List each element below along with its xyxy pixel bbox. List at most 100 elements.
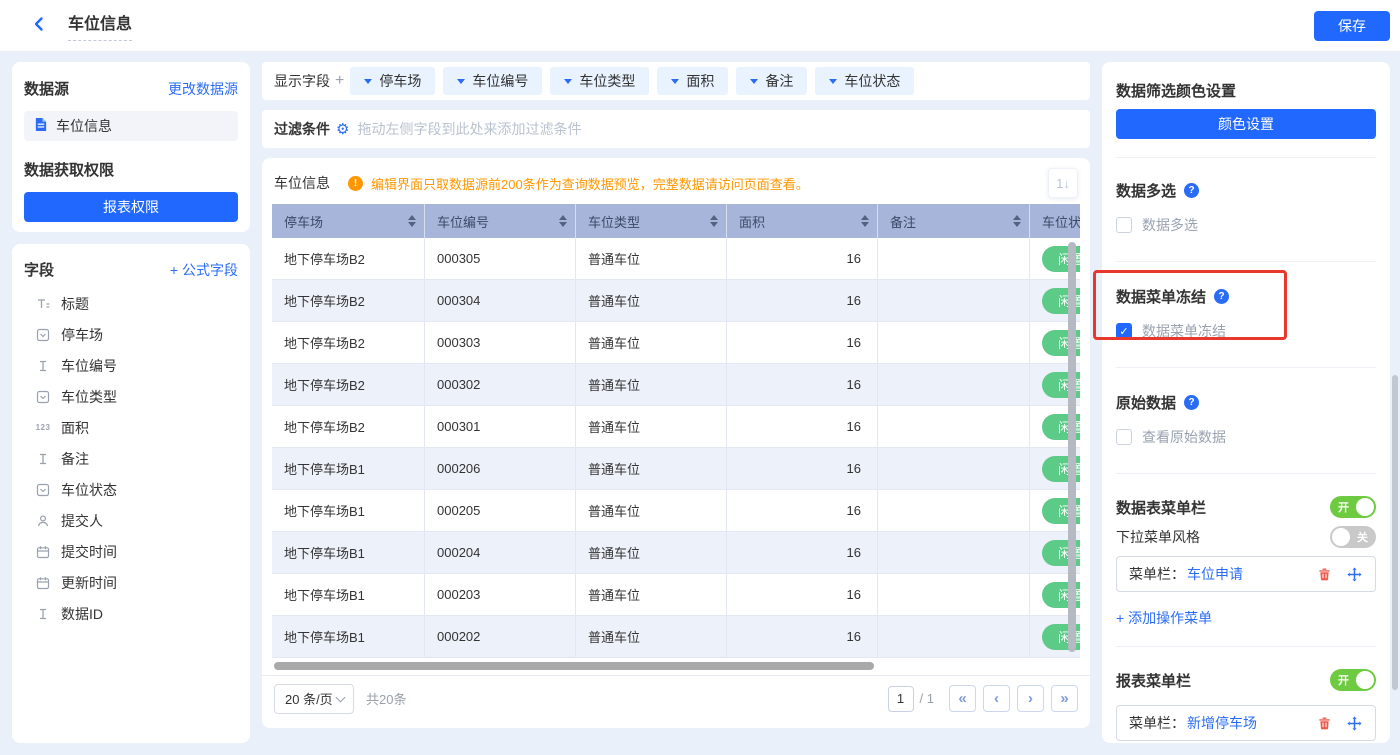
move-icon[interactable]	[1345, 714, 1363, 732]
trash-icon[interactable]	[1315, 565, 1333, 583]
field-item[interactable]: 提交时间	[24, 536, 238, 567]
display-field-chip[interactable]: 面积	[657, 67, 728, 95]
sort-carets-icon[interactable]	[710, 215, 718, 227]
help-icon[interactable]: ?	[1184, 395, 1199, 410]
first-page-button[interactable]: «	[949, 685, 976, 712]
chip-label: 车位状态	[844, 71, 900, 91]
cell: 16	[727, 280, 878, 321]
field-item[interactable]: 123面积	[24, 412, 238, 443]
cell	[878, 448, 1030, 489]
menu-item-name: 新增停车场	[1187, 713, 1303, 733]
display-field-chip[interactable]: 车位编号	[443, 67, 542, 95]
trash-icon[interactable]	[1315, 714, 1333, 732]
field-item-label: 标题	[61, 294, 89, 314]
field-item[interactable]: 备注	[24, 443, 238, 474]
chevron-left-icon	[30, 15, 48, 36]
display-field-chip[interactable]: 车位状态	[815, 67, 914, 95]
display-field-chip[interactable]: 备注	[736, 67, 807, 95]
filter-placeholder: 拖动左侧字段到此处来添加过滤条件	[357, 119, 581, 139]
prev-page-button[interactable]: ‹	[983, 685, 1010, 712]
field-item[interactable]: 标题	[24, 288, 238, 319]
column-header[interactable]: 停车场	[272, 204, 425, 238]
chip-label: 面积	[686, 71, 714, 91]
select-icon	[34, 389, 52, 405]
field-list: 标题停车场车位编号车位类型123面积备注车位状态提交人提交时间更新时间数据ID	[24, 288, 238, 629]
table-row[interactable]: 地下停车场B2000304普通车位16闲置	[272, 280, 1080, 322]
field-item[interactable]: 车位类型	[24, 381, 238, 412]
table-row[interactable]: 地下停车场B2000301普通车位16闲置	[272, 406, 1080, 448]
table-row[interactable]: 地下停车场B1000203普通车位16闲置	[272, 574, 1080, 616]
next-page-button[interactable]: ›	[1017, 685, 1044, 712]
multi-select-checkbox[interactable]	[1116, 217, 1132, 233]
cell: 16	[727, 238, 878, 279]
table-menu-toggle[interactable]: 开	[1330, 496, 1376, 518]
change-datasource-link[interactable]: 更改数据源	[168, 79, 238, 99]
page-size-select[interactable]: 20 条/页	[274, 684, 354, 714]
table-row[interactable]: 地下停车场B1000205普通车位16闲置	[272, 490, 1080, 532]
last-page-button[interactable]: »	[1051, 685, 1078, 712]
dropdown-style-toggle[interactable]: 关	[1330, 526, 1376, 548]
field-item[interactable]: 车位编号	[24, 350, 238, 381]
back-button[interactable]	[26, 13, 52, 39]
color-setting-button[interactable]: 颜色设置	[1116, 109, 1376, 139]
raw-data-checkbox[interactable]	[1116, 429, 1132, 445]
table-vertical-scrollbar[interactable]	[1068, 242, 1076, 652]
horizontal-scrollbar-thumb[interactable]	[274, 662, 874, 670]
table-row[interactable]: 地下停车场B1000202普通车位16闲置	[272, 616, 1080, 658]
column-header[interactable]: 车位编号	[425, 204, 576, 238]
field-item[interactable]: 车位状态	[24, 474, 238, 505]
menu-item-row[interactable]: 菜单栏：新增停车场	[1116, 705, 1376, 741]
report-permission-button[interactable]: 报表权限	[24, 192, 238, 222]
permission-title: 数据获取权限	[24, 159, 238, 180]
table-row[interactable]: 地下停车场B2000303普通车位16闲置	[272, 322, 1080, 364]
column-header-label: 车位类型	[588, 212, 640, 231]
save-button[interactable]: 保存	[1314, 11, 1390, 41]
column-header[interactable]: 备注	[878, 204, 1030, 238]
menu-item-name: 车位申请	[1187, 564, 1303, 584]
column-header[interactable]: 面积	[727, 204, 878, 238]
add-menu-link[interactable]: + 添加操作菜单	[1116, 608, 1212, 628]
cell: 地下停车场B1	[272, 574, 425, 615]
page-title: 车位信息	[68, 10, 132, 34]
report-menu-toggle[interactable]: 开	[1330, 669, 1376, 691]
gear-icon[interactable]: ⚙	[336, 120, 349, 138]
settings-panel: 数据筛选颜色设置 颜色设置 数据多选 ? 数据多选 数据菜单冻结 ? ✓ 数据菜…	[1102, 62, 1390, 743]
column-header[interactable]: 车位类型	[576, 204, 727, 238]
field-item[interactable]: 数据ID	[24, 598, 238, 629]
add-display-field-button[interactable]: +	[335, 72, 344, 90]
formula-field-link[interactable]: + 公式字段	[170, 260, 238, 280]
page-scrollbar[interactable]	[1392, 375, 1398, 690]
table-row[interactable]: 地下停车场B1000206普通车位16闲置	[272, 448, 1080, 490]
display-field-chip[interactable]: 停车场	[350, 67, 435, 95]
table-title: 车位信息	[274, 173, 330, 193]
sort-carets-icon[interactable]	[1013, 215, 1021, 227]
help-icon[interactable]: ?	[1184, 183, 1199, 198]
title-dashed-underline	[68, 38, 132, 41]
raw-data-checkbox-label: 查看原始数据	[1142, 427, 1226, 447]
page-size-value: 20 条/页	[285, 689, 333, 708]
display-field-chip[interactable]: 车位类型	[550, 67, 649, 95]
table-horizontal-scrollbar	[272, 661, 1080, 671]
cell	[878, 574, 1030, 615]
column-header[interactable]: 车位状态	[1030, 204, 1080, 238]
table-row[interactable]: 地下停车场B2000305普通车位16闲置	[272, 238, 1080, 280]
table-row[interactable]: 地下停车场B2000302普通车位16闲置	[272, 364, 1080, 406]
datasource-item[interactable]: 车位信息	[24, 111, 238, 141]
menu-freeze-checkbox[interactable]: ✓	[1116, 323, 1132, 339]
cell: 普通车位	[576, 448, 727, 489]
column-header-label: 备注	[890, 212, 916, 231]
move-icon[interactable]	[1345, 565, 1363, 583]
dropdown-style-label: 下拉菜单风格	[1116, 527, 1200, 547]
sort-carets-icon[interactable]	[408, 215, 416, 227]
table-row[interactable]: 地下停车场B1000204普通车位16闲置	[272, 532, 1080, 574]
field-item[interactable]: 更新时间	[24, 567, 238, 598]
menu-item-row[interactable]: 菜单栏：车位申请	[1116, 556, 1376, 592]
field-item[interactable]: 提交人	[24, 505, 238, 536]
cell: 地下停车场B1	[272, 616, 425, 657]
field-item[interactable]: 停车场	[24, 319, 238, 350]
sort-carets-icon[interactable]	[861, 215, 869, 227]
sort-tool-button[interactable]: 1↓	[1048, 168, 1078, 198]
help-icon[interactable]: ?	[1214, 289, 1229, 304]
sort-carets-icon[interactable]	[559, 215, 567, 227]
page-number-input[interactable]: 1	[888, 686, 914, 712]
